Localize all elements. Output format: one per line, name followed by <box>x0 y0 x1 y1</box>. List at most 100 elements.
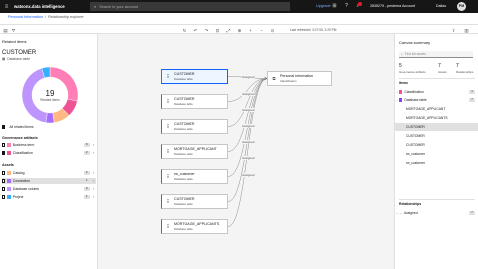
donut-count: 19 <box>45 88 55 98</box>
chevron-right-icon[interactable]: › <box>93 143 94 147</box>
summary-search-input[interactable]: ⌕ Find list assets <box>399 51 473 58</box>
global-search-input[interactable]: ⌕ Search in your account <box>90 2 290 11</box>
checkbox-icon[interactable] <box>2 179 6 183</box>
stat-label: Assets <box>438 69 447 74</box>
filter-row[interactable]: Database column 9 › <box>2 186 96 192</box>
center-icon[interactable]: ⊕ <box>236 27 243 34</box>
zoom-in-icon[interactable]: + <box>247 27 254 34</box>
summary-group-database-table[interactable]: ⌄ Database table 7 <box>395 96 478 104</box>
zoom-out-icon[interactable]: − <box>258 27 265 34</box>
stat-label: Relationships <box>456 69 474 74</box>
account-switcher[interactable]: 2835279 - pmdema Account <box>370 4 415 8</box>
stat-value: 7 <box>438 63 441 69</box>
toggle-right-panel-icon[interactable]: ▥ <box>463 27 470 34</box>
region-selector[interactable]: Dallas <box>436 4 446 8</box>
relationship-name: Assigned <box>404 211 418 215</box>
all-related-checkbox[interactable]: All related items <box>2 125 34 129</box>
chevron-right-icon[interactable]: › <box>93 187 94 191</box>
canvas-summary-title: Canvas summary <box>399 40 431 45</box>
chevron-right-icon[interactable]: › <box>93 179 94 183</box>
filter-icon[interactable]: ⛛ <box>10 27 17 34</box>
database-table-node[interactable]: ⠿ CUSTOMER Database table <box>161 69 228 84</box>
database-table-node[interactable]: ⠿ rw_customer Database table <box>161 169 228 184</box>
relationships-heading: Relationships <box>399 202 422 206</box>
undo-icon[interactable]: ↶ <box>192 27 199 34</box>
node-name: MORTGAGE_APPLICANT <box>174 147 217 152</box>
summary-table-item[interactable]: CUSTOMER <box>395 132 478 140</box>
breadcrumb-parent-link[interactable]: Personal Information <box>8 15 43 19</box>
hamburger-menu-icon[interactable]: ≡ <box>0 0 13 13</box>
edge-label: Assigned <box>241 91 255 96</box>
summary-table-item[interactable]: CUSTOMER <box>395 123 478 131</box>
database-table-node[interactable]: ⠿ CUSTOMER Database table <box>161 194 228 209</box>
database-table-node[interactable]: ⠿ MORTGAGE_APPLICANTS Database table <box>161 219 228 234</box>
redo-icon[interactable]: ↷ <box>203 27 210 34</box>
relationship-canvas[interactable]: ⠿ CUSTOMER Database table ⠿ CUSTOMER Database… <box>98 34 394 269</box>
items-heading: Items <box>399 81 408 85</box>
relationship-edges <box>227 76 268 227</box>
checkbox-icon[interactable] <box>2 171 6 175</box>
filter-count: 9 <box>83 186 90 191</box>
fit-to-screen-icon[interactable]: ⤢ <box>225 27 232 34</box>
summary-table-item[interactable]: MORTGAGE_APPLICANT <box>395 105 478 113</box>
group-name: Classification <box>404 90 424 94</box>
filter-count: 2 <box>83 170 90 175</box>
brand-name[interactable]: watsonx.data intelligence <box>14 4 65 9</box>
database-table-node[interactable]: ⠿ MORTGAGE_APPLICANT Database table <box>161 144 228 159</box>
checkbox-icon[interactable] <box>2 143 6 147</box>
chevron-right-icon[interactable]: › <box>93 195 94 199</box>
upgrade-link[interactable]: Upgrade <box>316 4 331 8</box>
table-name: CUSTOMER <box>406 125 425 129</box>
table-name: rw_customer <box>406 152 425 156</box>
stat-label: Governance artifacts <box>399 69 426 74</box>
avatar[interactable]: PM <box>457 2 466 11</box>
filter-row[interactable]: Connection 1 › <box>2 178 96 184</box>
summary-table-item[interactable]: rw_customer <box>395 159 478 167</box>
summary-table-item[interactable]: rw_customer <box>395 150 478 158</box>
asset-type: ▦ Database table <box>2 57 30 61</box>
filter-row[interactable]: Classification 2 › <box>2 150 96 156</box>
table-name: CUSTOMER <box>406 143 425 147</box>
color-swatch <box>7 143 11 147</box>
classification-node[interactable]: ⧉ Personal Information Classification <box>267 71 332 86</box>
share-icon[interactable]: ⇪ <box>450 27 457 34</box>
summary-relationship-assigned[interactable]: › → Assigned 7 <box>395 209 478 217</box>
table-name: CUSTOMER <box>406 134 425 138</box>
checkbox-checked-icon[interactable] <box>2 151 6 155</box>
asset-type-label: Database table <box>7 57 31 61</box>
filter-count: 6 <box>83 142 90 147</box>
color-swatch <box>7 187 11 191</box>
zoom-reset-icon[interactable]: ⊙ <box>269 27 276 34</box>
search-icon: ⌕ <box>401 52 403 56</box>
summary-table-item[interactable]: MORTGAGE_APPLICANTS <box>395 114 478 122</box>
filter-row[interactable]: Business term 6 › <box>2 142 96 148</box>
summary-group-classification[interactable]: › Classification 1 <box>395 88 478 96</box>
summary-table-item[interactable]: CUSTOMER <box>395 141 478 149</box>
apps-switcher-icon[interactable]: ⊞ <box>331 3 338 10</box>
stat-value: 7 <box>456 63 459 69</box>
checkbox-icon[interactable] <box>2 195 6 199</box>
database-table-node[interactable]: ⠿ CUSTOMER Database table <box>161 94 228 109</box>
checkbox-icon[interactable] <box>2 187 6 191</box>
filter-row[interactable]: Project 1 › <box>2 194 96 200</box>
relationship-count: 7 <box>469 210 475 215</box>
chevron-right-icon[interactable]: › <box>93 151 94 155</box>
database-table-icon: ⠿ <box>166 173 170 179</box>
database-table-node[interactable]: ⠿ CUSTOMER Database table <box>161 119 228 134</box>
refresh-icon[interactable]: ↻ <box>181 27 188 34</box>
divider <box>399 78 475 79</box>
layout-icon[interactable]: ⊡ <box>214 27 221 34</box>
node-type: Database table <box>174 76 193 81</box>
filter-row[interactable]: Catalog 2 › <box>2 170 96 176</box>
edge-label: Assigned <box>241 75 255 80</box>
stat-assets: 7 Assets <box>438 63 447 74</box>
notification-badge <box>358 2 362 6</box>
node-name: CUSTOMER <box>174 122 195 127</box>
toggle-left-panel-icon[interactable]: ▤ <box>2 27 9 34</box>
chevron-right-icon[interactable]: › <box>93 171 94 175</box>
node-name: Personal Information <box>280 74 314 79</box>
breadcrumb-current: Relationship explorer <box>48 15 84 19</box>
help-icon[interactable]: ? <box>343 3 350 10</box>
stat-relationships: 7 Relationships <box>456 63 473 74</box>
relationship-edge[interactable] <box>227 78 268 127</box>
